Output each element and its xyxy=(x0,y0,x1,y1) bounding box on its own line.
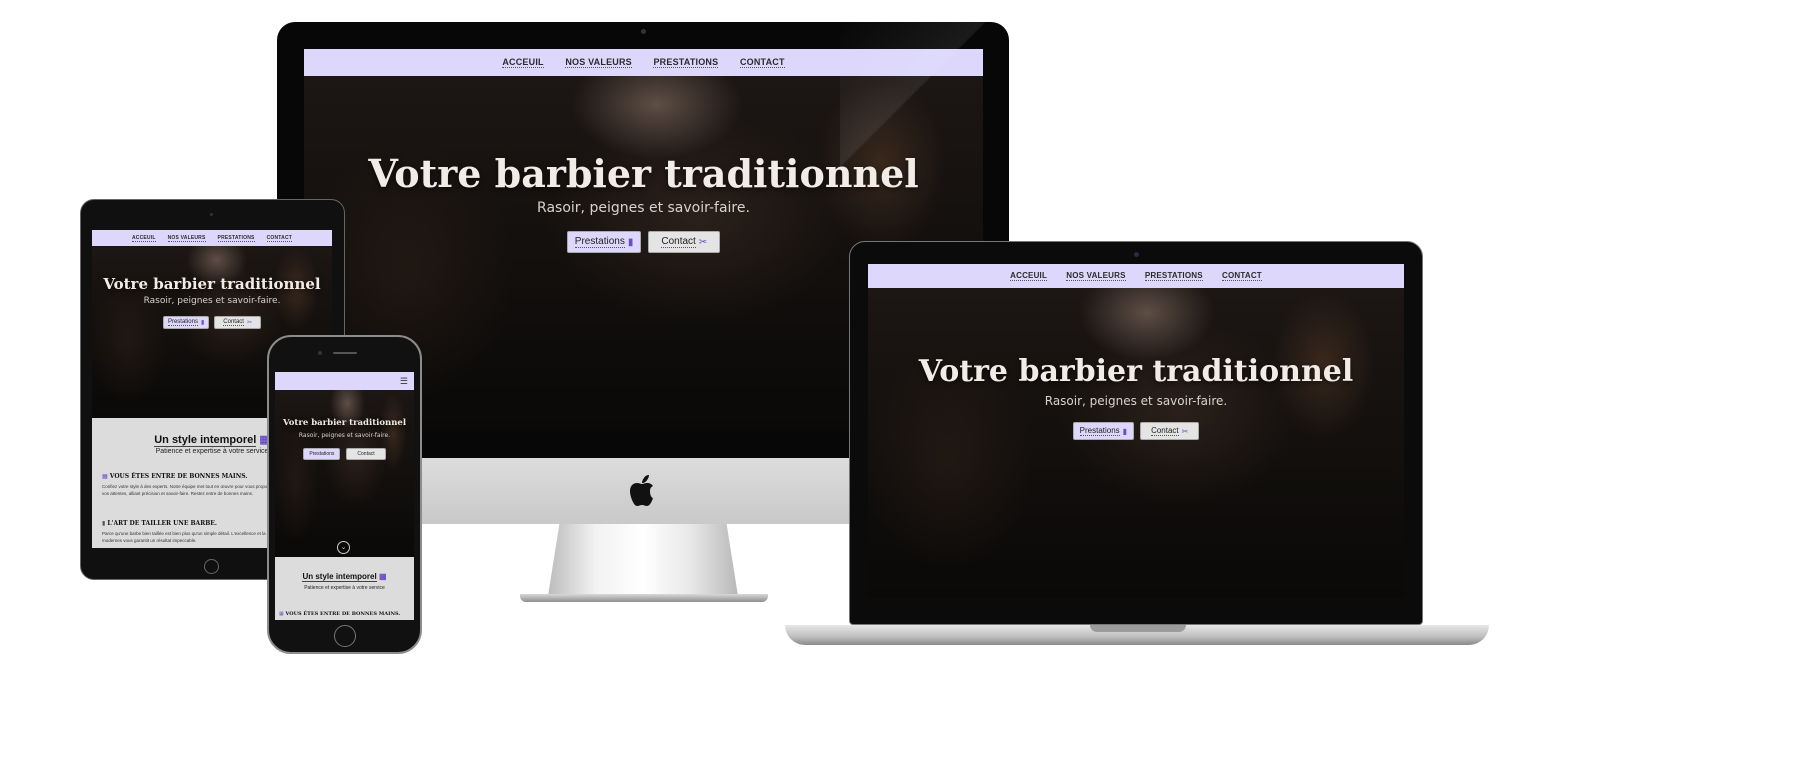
style-section: Un style intemporel ▦ Patience et expert… xyxy=(275,557,414,620)
phone-home-button xyxy=(334,625,356,647)
phone-camera xyxy=(318,351,322,355)
nav-contact[interactable]: CONTACT xyxy=(266,235,293,242)
nav-acceuil[interactable]: ACCEUIL xyxy=(1010,271,1048,281)
nav-nos-valeurs[interactable]: NOS VALEURS xyxy=(565,57,632,68)
block2-title: ▮ L'ART DE TAILLER UNE BARBE. xyxy=(102,520,217,527)
hero-subtitle: Rasoir, peignes et savoir-faire. xyxy=(537,200,750,216)
imac-screen-reflection xyxy=(840,22,1009,172)
hero-title: Votre barbier traditionnel xyxy=(918,354,1354,389)
nav-nos-valeurs[interactable]: NOS VALEURS xyxy=(1066,271,1126,281)
prestations-button[interactable]: Prestations xyxy=(303,448,341,460)
scroll-down-icon[interactable]: ⌄ xyxy=(337,541,350,554)
laptop-screen: Votre barbier traditionnel Rasoir, peign… xyxy=(868,264,1404,598)
block1-title: ▦ VOUS ÊTES ENTRE DE BONNES MAINS. xyxy=(279,611,401,617)
scissors-icon: ✂ xyxy=(698,236,708,248)
nav-prestations[interactable]: PRESTATIONS xyxy=(653,57,719,68)
imac-stand-foot xyxy=(520,594,768,602)
comb-icon: ▮ xyxy=(1122,426,1128,436)
imac-camera xyxy=(641,29,646,34)
hero-title: Votre barbier traditionnel xyxy=(103,275,321,293)
nav-prestations[interactable]: PRESTATIONS xyxy=(1144,271,1203,281)
barber-chair-icon: ▦ xyxy=(279,611,284,617)
hero-subtitle: Rasoir, peignes et savoir-faire. xyxy=(1044,394,1228,408)
comb-icon: ▮ xyxy=(200,320,205,326)
section-subtitle: Patience et expertise à votre service xyxy=(304,585,385,591)
hero-buttons: Prestations Contact xyxy=(275,448,414,460)
apple-logo-icon xyxy=(630,475,653,506)
nav-contact[interactable]: CONTACT xyxy=(1221,271,1262,281)
hero-section: Votre barbier traditionnel Rasoir, peign… xyxy=(868,288,1404,598)
contact-button[interactable]: Contact xyxy=(346,448,386,460)
hero-buttons: Prestations ▮ Contact ✂ xyxy=(92,316,332,329)
comb-icon: ▮ xyxy=(627,236,634,248)
scissors-icon: ✂ xyxy=(246,320,253,326)
nav-acceuil[interactable]: ACCEUIL xyxy=(131,235,156,242)
prestations-button[interactable]: Prestations ▮ xyxy=(566,231,642,253)
navbar: ACCEUIL NOS VALEURS PRESTATIONS CONTACT xyxy=(868,264,1404,288)
prestations-button[interactable]: Prestations ▮ xyxy=(1072,422,1135,440)
hero-section: Votre barbier traditionnel Rasoir, peign… xyxy=(275,390,414,557)
laptop-notch xyxy=(1090,625,1186,632)
tablet-camera xyxy=(210,213,213,216)
barber-chair-icon: ▮ xyxy=(102,520,106,527)
hero-subtitle: Rasoir, peignes et savoir-faire. xyxy=(143,296,281,306)
section-title: Un style intemporel ▦ xyxy=(302,572,387,582)
block1-title: ▦ VOUS ÊTES ENTRE DE BONNES MAINS. xyxy=(102,473,248,480)
tablet-home-button xyxy=(204,559,219,574)
contact-button[interactable]: Contact ✂ xyxy=(214,316,262,329)
laptop-camera xyxy=(1134,252,1139,257)
nav-acceuil[interactable]: ACCEUIL xyxy=(502,57,544,68)
nav-contact[interactable]: CONTACT xyxy=(739,57,785,68)
contact-button[interactable]: Contact ✂ xyxy=(1140,422,1200,440)
contact-button[interactable]: Contact ✂ xyxy=(648,231,721,253)
barber-chair-icon: ▦ xyxy=(378,572,387,581)
navbar: ☰ xyxy=(275,372,414,390)
navbar: ACCEUIL NOS VALEURS PRESTATIONS CONTACT xyxy=(92,230,332,246)
prestations-button[interactable]: Prestations ▮ xyxy=(162,316,210,329)
hero-subtitle: Rasoir, peignes et savoir-faire. xyxy=(298,432,391,439)
scissors-icon: ✂ xyxy=(1181,426,1189,436)
phone-speaker xyxy=(333,352,357,354)
hero-buttons: Prestations ▮ Contact ✂ xyxy=(868,422,1404,440)
nav-nos-valeurs[interactable]: NOS VALEURS xyxy=(167,235,206,242)
hero-title: Votre barbier traditionnel xyxy=(282,418,407,428)
imac-stand xyxy=(548,524,738,596)
hamburger-menu-icon[interactable]: ☰ xyxy=(400,376,408,387)
barber-chair-icon: ▦ xyxy=(102,473,108,480)
phone-screen: Votre barbier traditionnel Rasoir, peign… xyxy=(275,372,414,620)
nav-prestations[interactable]: PRESTATIONS xyxy=(217,235,255,242)
